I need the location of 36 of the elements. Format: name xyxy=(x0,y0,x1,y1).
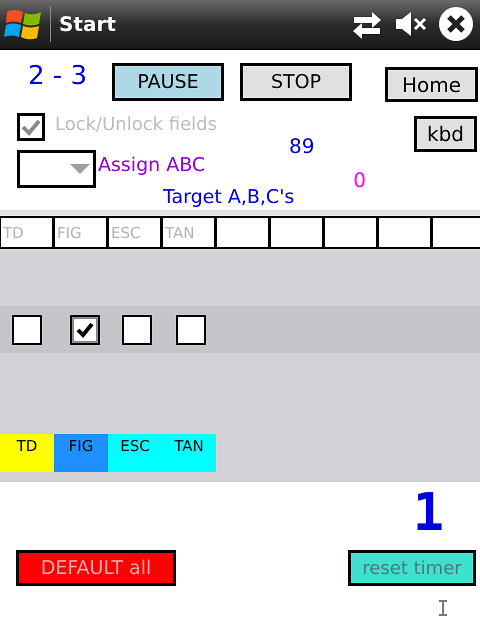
input-field[interactable] xyxy=(271,218,322,247)
checkbox[interactable] xyxy=(12,314,42,344)
text-cursor-icon xyxy=(438,600,448,616)
input-field[interactable]: ESC xyxy=(109,218,160,247)
input-field[interactable] xyxy=(217,218,268,247)
stop-button[interactable]: STOP xyxy=(240,63,352,101)
home-button[interactable]: Home xyxy=(385,67,478,102)
checkbox[interactable] xyxy=(70,314,100,344)
checkbox-label: Lock/Unlock fields xyxy=(55,114,217,135)
timer-value: 1 xyxy=(412,482,445,544)
counter-text: 89 xyxy=(289,134,316,158)
counter-text: 0 xyxy=(353,168,366,192)
dropdown[interactable] xyxy=(17,150,96,188)
input-field[interactable]: FIG xyxy=(55,218,106,247)
legend-swatch: TD xyxy=(0,434,54,472)
dropdown-label: Assign ABC xyxy=(98,154,206,176)
input-field[interactable] xyxy=(433,218,480,247)
input-field[interactable]: TD xyxy=(1,218,52,247)
legend-swatch: FIG xyxy=(54,434,108,472)
check-icon xyxy=(21,118,41,136)
keyboard-button[interactable]: kbd xyxy=(414,116,477,152)
check-icon xyxy=(76,322,94,338)
input-field[interactable] xyxy=(379,218,430,247)
score-text: 2 - 3 xyxy=(28,61,88,91)
pause-button[interactable]: PAUSE xyxy=(112,63,224,101)
input-field[interactable] xyxy=(325,218,376,247)
caret-icon xyxy=(70,164,90,174)
legend-swatch: ESC xyxy=(108,434,162,472)
checkbox[interactable] xyxy=(122,314,152,344)
legend-swatch: TAN xyxy=(162,434,216,472)
close-icon[interactable] xyxy=(438,6,474,42)
target-label: Target A,B,C's xyxy=(163,186,296,208)
speaker-muted-icon[interactable] xyxy=(394,10,428,38)
window-title: Start xyxy=(59,12,117,36)
input-field[interactable]: TAN xyxy=(163,218,214,247)
checkbox[interactable] xyxy=(176,314,206,344)
